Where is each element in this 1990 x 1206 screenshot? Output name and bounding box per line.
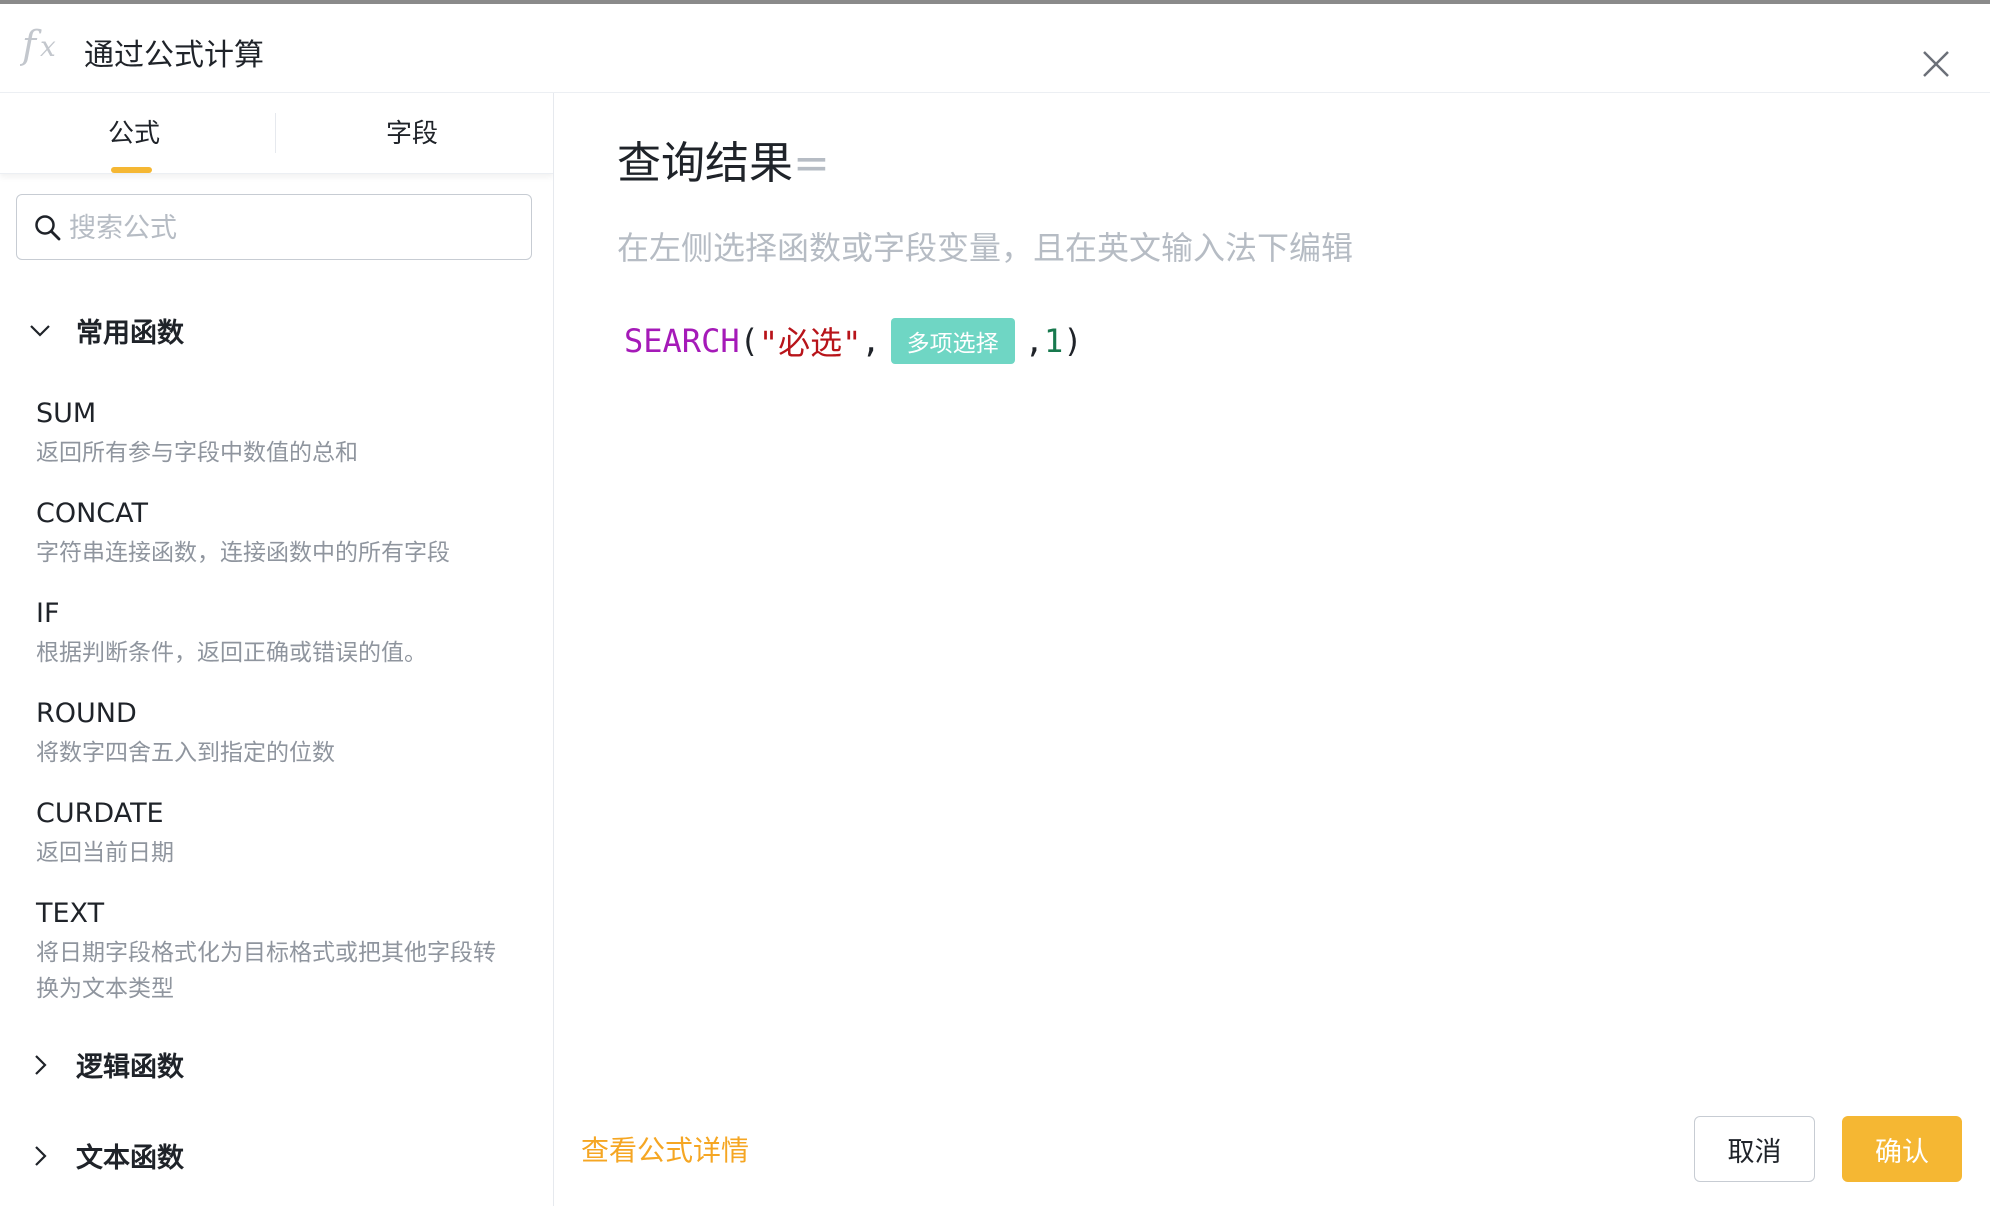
function-name: IF	[36, 598, 60, 629]
field-chip[interactable]: 多项选择	[890, 318, 1015, 364]
sidebar-tabs: 公式 字段	[0, 93, 553, 174]
formula-editor-panel: 查询结果= 在左侧选择函数或字段变量，且在英文输入法下编辑 SEARCH ( "…	[554, 93, 1990, 1206]
svg-text:x: x	[40, 30, 56, 63]
formula-close-paren: )	[1063, 322, 1083, 360]
dialog-header: f x 通过公式计算	[0, 4, 1990, 93]
function-desc: 字符串连接函数，连接函数中的所有字段	[36, 540, 450, 566]
chevron-down-icon	[30, 325, 50, 337]
equals-sign: =	[793, 138, 830, 189]
function-item-round[interactable]: ROUND 将数字四舍五入到指定的位数	[36, 695, 536, 771]
formula-input[interactable]: SEARCH ( "必选" , 多项选择 , 1 )	[624, 311, 1082, 371]
result-field-label: 查询结果=	[617, 127, 830, 191]
function-name: CURDATE	[36, 798, 164, 829]
confirm-button[interactable]: 确认	[1842, 1116, 1962, 1182]
function-name: TEXT	[36, 898, 105, 929]
category-label: 文本函数	[76, 1143, 184, 1174]
formula-sidebar: 公式 字段 常用函数 SUM 返回所有参与字段中数值的总和 CONCAT 字符串…	[0, 93, 554, 1206]
function-item-text[interactable]: TEXT 将日期字段格式化为目标格式或把其他字段转换为文本类型	[36, 895, 496, 1007]
category-label: 逻辑函数	[76, 1052, 184, 1083]
formula-number-arg: 1	[1043, 322, 1064, 360]
function-item-sum[interactable]: SUM 返回所有参与字段中数值的总和	[36, 395, 536, 471]
chevron-right-icon	[35, 1055, 47, 1075]
search-input[interactable]	[67, 203, 511, 253]
result-field-name: 查询结果	[617, 138, 793, 189]
category-label: 常用函数	[76, 318, 184, 349]
function-desc: 返回所有参与字段中数值的总和	[36, 440, 358, 466]
svg-text:f: f	[20, 23, 42, 67]
fx-icon: f x	[20, 23, 56, 67]
function-item-curdate[interactable]: CURDATE 返回当前日期	[36, 795, 536, 871]
formula-comma: ,	[1024, 322, 1044, 360]
formula-open-paren: (	[739, 322, 759, 360]
formula-function-token: SEARCH	[624, 322, 740, 360]
editor-hint: 在左侧选择函数或字段变量，且在英文输入法下编辑	[617, 229, 1354, 267]
tab-field[interactable]: 字段	[386, 113, 438, 150]
cancel-button[interactable]: 取消	[1694, 1116, 1815, 1182]
function-name: ROUND	[36, 698, 137, 729]
view-formula-details-link[interactable]: 查看公式详情	[581, 1129, 749, 1169]
function-item-if[interactable]: IF 根据判断条件，返回正确或错误的值。	[36, 595, 536, 671]
close-icon[interactable]	[1918, 46, 1960, 88]
formula-string-arg: "必选"	[758, 324, 862, 362]
search-icon	[35, 215, 61, 241]
formula-comma: ,	[861, 322, 881, 360]
active-tab-indicator	[111, 167, 152, 173]
dialog-title: 通过公式计算	[84, 38, 264, 73]
function-item-concat[interactable]: CONCAT 字符串连接函数，连接函数中的所有字段	[36, 495, 536, 571]
function-desc: 返回当前日期	[36, 840, 174, 866]
function-name: SUM	[36, 398, 97, 429]
function-desc: 将数字四舍五入到指定的位数	[36, 740, 335, 766]
chevron-right-icon	[35, 1146, 47, 1166]
function-desc: 将日期字段格式化为目标格式或把其他字段转换为文本类型	[36, 940, 496, 1002]
function-desc: 根据判断条件，返回正确或错误的值。	[36, 640, 427, 666]
tab-divider	[275, 113, 276, 153]
tab-formula[interactable]: 公式	[108, 113, 160, 150]
search-box	[16, 194, 532, 260]
function-name: CONCAT	[36, 498, 149, 529]
